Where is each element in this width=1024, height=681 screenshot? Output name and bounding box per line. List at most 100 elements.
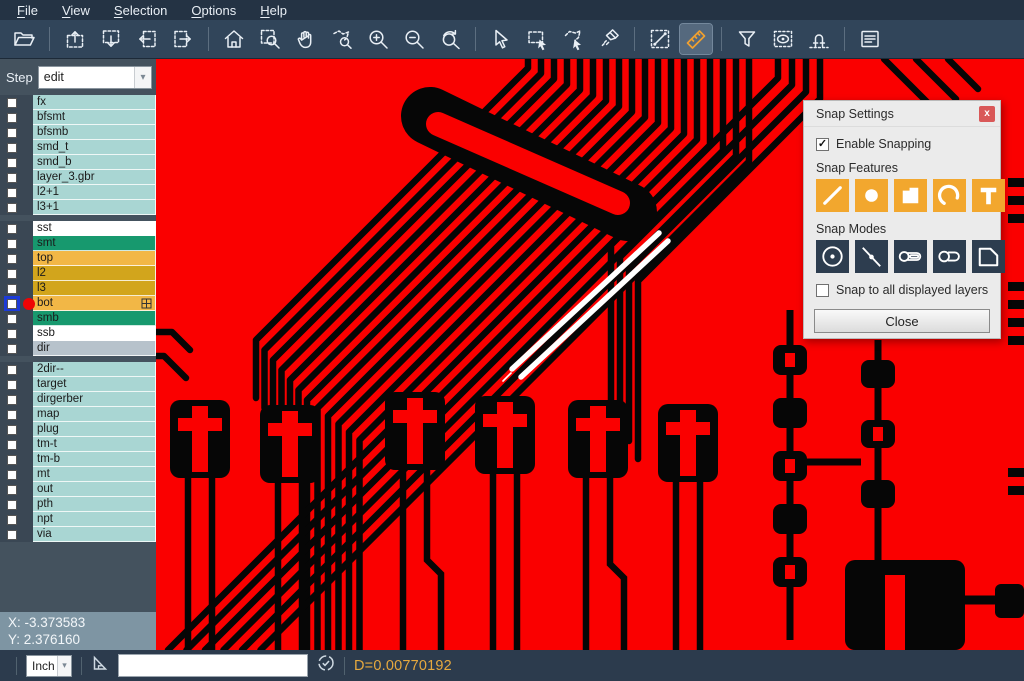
layer-row-l2[interactable]: l2 [0, 266, 156, 281]
layer-row-smb[interactable]: smb [0, 311, 156, 326]
mode-pad-slot-button[interactable] [894, 240, 927, 273]
mode-center-button[interactable] [816, 240, 849, 273]
layers-panel-button[interactable] [854, 24, 886, 54]
layer-visibility-checkbox[interactable] [7, 128, 17, 138]
layer-name[interactable]: sst [33, 221, 156, 236]
layer-visibility-checkbox[interactable] [7, 425, 17, 435]
view-box-button[interactable] [767, 24, 799, 54]
clean-brush-button[interactable] [593, 24, 625, 54]
layer-name[interactable]: smd_t [33, 140, 156, 155]
layer-visibility-checkbox[interactable] [7, 254, 17, 264]
layer-visibility-checkbox[interactable] [7, 365, 17, 375]
layer-visibility-checkbox[interactable] [7, 284, 17, 294]
layer-visibility-checkbox[interactable] [7, 158, 17, 168]
layer-row-sst[interactable]: sst [0, 221, 156, 236]
select-poly-button[interactable] [557, 24, 589, 54]
layer-row-smd_b[interactable]: smd_b [0, 155, 156, 170]
step-select[interactable]: edit ▾ [38, 66, 152, 89]
mode-corner-button[interactable] [972, 240, 1005, 273]
layer-row-bfsmt[interactable]: bfsmt [0, 110, 156, 125]
feature-arc-button[interactable] [933, 179, 966, 212]
layer-row-target[interactable]: target [0, 377, 156, 392]
layer-row-2dir--[interactable]: 2dir-- [0, 362, 156, 377]
layer-visibility-checkbox[interactable] [7, 224, 17, 234]
layer-name[interactable]: bfsmt [33, 110, 156, 125]
layer-visibility-checkbox[interactable] [7, 239, 17, 249]
layer-row-smt[interactable]: smt [0, 236, 156, 251]
layer-visibility-checkbox[interactable] [7, 143, 17, 153]
layer-row-smd_t[interactable]: smd_t [0, 140, 156, 155]
feature-surface-button[interactable] [894, 179, 927, 212]
filter-button[interactable] [731, 24, 763, 54]
layer-name[interactable]: tm-t [33, 437, 156, 452]
snap-magnet-button[interactable] [803, 24, 835, 54]
layer-row-layer_3.gbr[interactable]: layer_3.gbr [0, 170, 156, 185]
feature-line-button[interactable] [816, 179, 849, 212]
paste-down-button[interactable] [95, 24, 127, 54]
layer-row-bfsmb[interactable]: bfsmb [0, 125, 156, 140]
menu-file[interactable]: File [6, 2, 49, 19]
layer-name[interactable]: dirgerber [33, 392, 156, 407]
close-button[interactable]: Close [814, 309, 990, 333]
enable-snapping-checkbox[interactable]: ✓ [816, 138, 829, 151]
paste-up-button[interactable] [59, 24, 91, 54]
layer-visibility-checkbox[interactable] [7, 314, 17, 324]
layer-visibility-checkbox[interactable] [7, 470, 17, 480]
layer-name[interactable]: pth [33, 497, 156, 512]
zoom-reset-button[interactable] [434, 24, 466, 54]
layer-name[interactable]: bfsmb [33, 125, 156, 140]
layer-visibility-checkbox[interactable] [7, 188, 17, 198]
layer-name[interactable]: mt [33, 467, 156, 482]
paste-left-button[interactable] [131, 24, 163, 54]
measure-line-button[interactable] [644, 24, 676, 54]
layer-name[interactable]: top [33, 251, 156, 266]
layer-name[interactable]: fx [33, 95, 156, 110]
layer-row-mt[interactable]: mt [0, 467, 156, 482]
layer-row-npt[interactable]: npt [0, 512, 156, 527]
ruler-button[interactable] [680, 24, 712, 54]
feature-pad-button[interactable] [855, 179, 888, 212]
menu-options[interactable]: Options [180, 2, 247, 19]
layer-visibility-checkbox[interactable] [7, 329, 17, 339]
apply-check-icon[interactable] [317, 654, 335, 677]
layer-row-l3[interactable]: l3 [0, 281, 156, 296]
zoom-area-button[interactable] [254, 24, 286, 54]
layer-name[interactable]: l2 [33, 266, 156, 281]
layer-name[interactable]: smb [33, 311, 156, 326]
menu-help[interactable]: Help [249, 2, 298, 19]
layer-row-l3+1[interactable]: l3+1 [0, 200, 156, 215]
layer-name[interactable]: npt [33, 512, 156, 527]
unit-select[interactable]: Inch ▾ [26, 655, 72, 677]
layer-name[interactable]: plug [33, 422, 156, 437]
layer-row-bot[interactable]: bot [0, 296, 156, 311]
close-icon[interactable]: x [979, 106, 995, 122]
layer-name[interactable]: l3 [33, 281, 156, 296]
layer-visibility-checkbox[interactable] [7, 344, 17, 354]
layer-visibility-checkbox[interactable] [7, 98, 17, 108]
layer-visibility-checkbox[interactable] [7, 395, 17, 405]
mode-keyhole-button[interactable] [933, 240, 966, 273]
layer-name[interactable]: 2dir-- [33, 362, 156, 377]
layer-name[interactable]: target [33, 377, 156, 392]
layer-visibility-checkbox[interactable] [7, 500, 17, 510]
layer-row-dir[interactable]: dir [0, 341, 156, 356]
layer-name[interactable]: bot [33, 296, 156, 311]
layer-name[interactable]: layer_3.gbr [33, 170, 156, 185]
mode-midpoint-button[interactable] [855, 240, 888, 273]
chevron-down-icon[interactable]: ▾ [134, 67, 151, 88]
layer-name[interactable]: map [33, 407, 156, 422]
layer-visibility-checkbox[interactable] [7, 485, 17, 495]
chevron-down-icon[interactable]: ▾ [57, 656, 71, 676]
menu-view[interactable]: View [51, 2, 101, 19]
pan-button[interactable] [290, 24, 322, 54]
layer-name[interactable]: tm-b [33, 452, 156, 467]
layer-visibility-checkbox[interactable] [7, 455, 17, 465]
layer-visibility-checkbox[interactable] [7, 173, 17, 183]
open-folder-button[interactable] [8, 24, 40, 54]
snap-dialog-titlebar[interactable]: Snap Settings x [804, 101, 1000, 127]
zoom-in-button[interactable] [362, 24, 394, 54]
layer-row-plug[interactable]: plug [0, 422, 156, 437]
zoom-out-button[interactable] [398, 24, 430, 54]
layer-row-via[interactable]: via [0, 527, 156, 542]
layer-name[interactable]: via [33, 527, 156, 542]
